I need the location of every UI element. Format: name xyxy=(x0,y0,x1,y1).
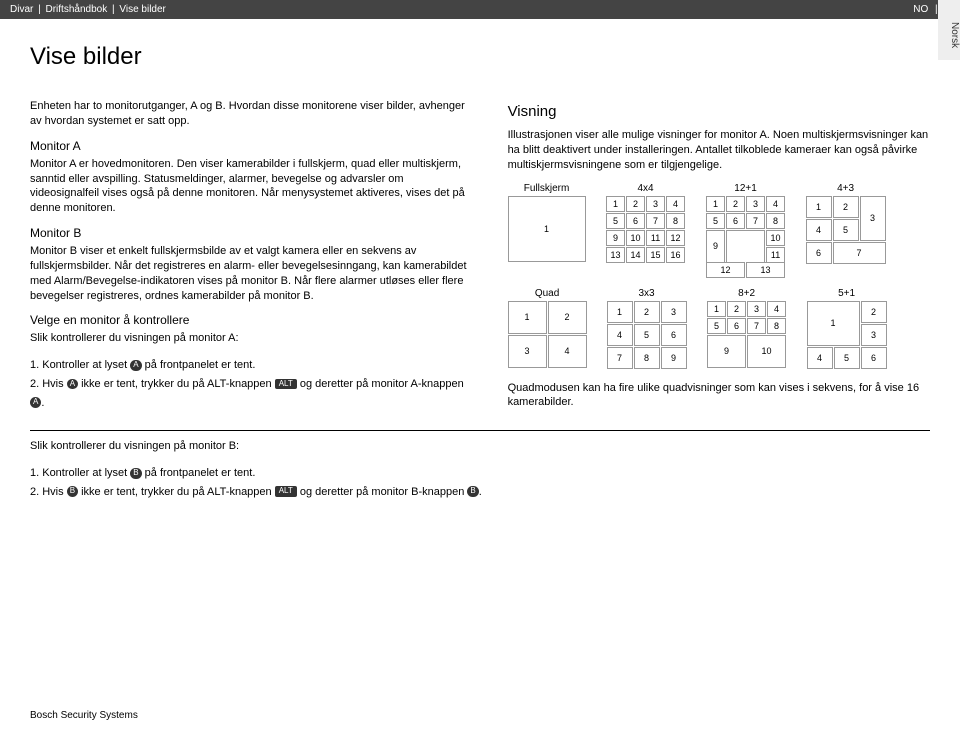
monitor-a-text: Monitor A er hovedmonitoren. Den viser k… xyxy=(30,157,474,216)
quad-grid: 12 34 xyxy=(508,301,587,368)
control-a-label: Slik kontrollerer du visningen på monito… xyxy=(30,331,474,346)
bc-page: Vise bilder xyxy=(119,4,166,15)
breadcrumb: Divar | Driftshåndbok | Vise bilder xyxy=(10,4,168,15)
monitor-b-icon: B xyxy=(130,468,141,479)
5plus1-grid: 1 23 456 xyxy=(807,301,887,369)
4plus3-grid: 12 3 45 67 xyxy=(806,196,886,264)
alt-key-icon: ALT xyxy=(275,486,297,497)
visning-text: Illustrasjonen viser alle mulige visning… xyxy=(508,128,930,173)
visning-heading: Visning xyxy=(508,103,930,120)
monitor-a-icon: A xyxy=(130,360,141,371)
3x3-grid: 123 456 789 xyxy=(607,301,687,369)
fullscreen-grid: 1 xyxy=(508,196,586,262)
12plus1-label: 12+1 xyxy=(706,183,786,194)
monitor-b-text: Monitor B viser et enkelt fullskjermsbil… xyxy=(30,244,474,303)
8plus2-grid: 1234 5678 910 xyxy=(707,301,786,368)
lang-code: NO xyxy=(913,4,928,15)
4x4-label: 4x4 xyxy=(606,183,686,194)
monitor-b-icon: B xyxy=(67,486,78,497)
monitor-a-icon: A xyxy=(30,397,41,408)
4x4-grid: 1234 5678 9101112 13141516 xyxy=(606,196,685,263)
5plus1-label: 5+1 xyxy=(807,288,887,299)
monitor-b-heading: Monitor B xyxy=(30,226,474,240)
quad-label: Quad xyxy=(508,288,586,299)
bc-section: Driftshåndbok xyxy=(46,4,108,15)
quad-note: Quadmodusen kan ha fire ulike quadvisnin… xyxy=(508,381,930,411)
monitor-a-heading: Monitor A xyxy=(30,139,474,153)
side-tab-language: Norsk xyxy=(938,0,960,60)
footer-brand: Bosch Security Systems xyxy=(30,710,138,721)
left-column: Enheten har to monitorutganger, A og B. … xyxy=(30,99,474,420)
3x3-label: 3x3 xyxy=(607,288,687,299)
header-bar: Divar | Driftshåndbok | Vise bilder NO |… xyxy=(0,0,960,19)
monitor-a-icon: A xyxy=(67,379,78,390)
page-title: Vise bilder xyxy=(30,43,930,71)
alt-key-icon: ALT xyxy=(275,379,297,390)
fullscreen-label: Fullskjerm xyxy=(508,183,586,194)
cell: 1 xyxy=(508,196,586,262)
right-column: Visning Illustrasjonen viser alle mulige… xyxy=(508,99,930,420)
monitor-b-icon: B xyxy=(467,486,478,497)
bc-product: Divar xyxy=(10,4,33,15)
4plus3-label: 4+3 xyxy=(806,183,886,194)
step-b2: 2. Hvis B ikke er tent, trykker du på AL… xyxy=(30,483,930,502)
layouts-diagram: Fullskjerm 1 4x4 1234 5678 9101112 13141… xyxy=(508,183,930,369)
page-content: Vise bilder Enheten har to monitorutgang… xyxy=(0,19,960,501)
step-b1: 1. Kontroller at lyset B på frontpanelet… xyxy=(30,464,930,483)
intro-text: Enheten har to monitorutganger, A og B. … xyxy=(30,99,474,129)
control-heading: Velge en monitor å kontrollere xyxy=(30,313,474,327)
8plus2-label: 8+2 xyxy=(707,288,787,299)
divider xyxy=(30,430,930,431)
12plus1-grid: 1234 5678 91011 xyxy=(706,196,785,263)
control-b-label: Slik kontrollerer du visningen på monito… xyxy=(30,439,930,454)
step-a1: 1. Kontroller at lyset A på frontpanelet… xyxy=(30,356,474,375)
step-a2: 2. Hvis A ikke er tent, trykker du på AL… xyxy=(30,375,474,412)
